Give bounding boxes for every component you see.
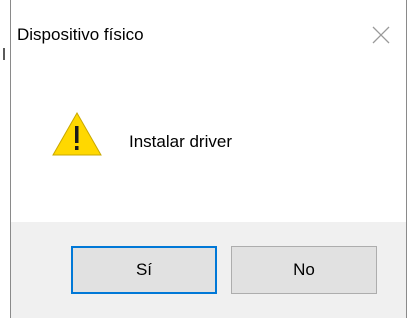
title-bar[interactable]: Dispositivo físico <box>11 0 406 72</box>
background-window <box>0 0 10 320</box>
dialog-button-bar: Sí No <box>11 222 406 318</box>
dialog-message: Instalar driver <box>129 132 232 151</box>
warning-icon <box>52 112 102 156</box>
dialog-content: Instalar driver <box>11 72 406 222</box>
background-text-fragment <box>3 48 5 60</box>
dialog-title: Dispositivo físico <box>17 25 144 44</box>
message-dialog: Dispositivo físico Instalar driver Sí No <box>10 0 407 318</box>
close-button[interactable] <box>370 24 392 46</box>
close-icon <box>372 26 390 44</box>
no-button[interactable]: No <box>231 246 377 294</box>
yes-button[interactable]: Sí <box>71 246 217 294</box>
